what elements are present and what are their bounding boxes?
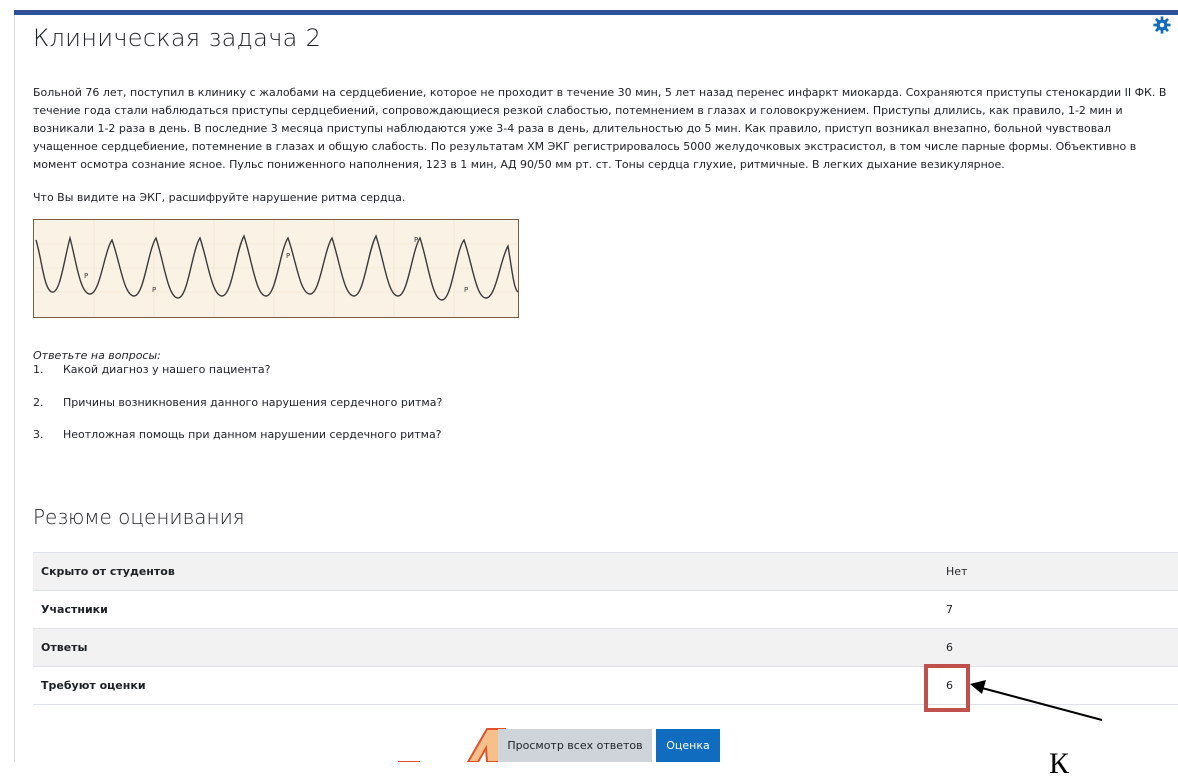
row-value: Нет <box>946 565 968 578</box>
row-label: Участники <box>41 603 108 616</box>
answer-prompt: Ответьте на вопросы: <box>33 349 161 362</box>
question-text: Какой диагноз у нашего пациента? <box>63 363 271 376</box>
orange-arrow-icon <box>398 728 506 762</box>
row-label: Ответы <box>41 641 88 654</box>
table-row: Участники 7 <box>33 591 1178 629</box>
question-text: Причины возникновения данного нарушения … <box>63 396 443 409</box>
page-title: Клиническая задача 2 <box>33 24 322 52</box>
ecg-image: P P P P P <box>33 219 519 318</box>
table-row: Требуют оценки 6 <box>33 667 1178 705</box>
table-row: Ответы 6 <box>33 629 1178 667</box>
grade-button[interactable]: Оценка <box>656 729 720 762</box>
question-text: Неотложная помощь при данном нарушении с… <box>63 428 442 441</box>
ecg-label-p: P <box>152 286 156 294</box>
question-item: 2. Причины возникновения данного нарушени… <box>33 396 442 409</box>
row-value: 7 <box>946 603 953 616</box>
grading-summary-heading: Резюме оценивания <box>33 505 245 529</box>
highlight-box <box>924 664 970 712</box>
annotation-callout-text: К <box>1049 747 1070 780</box>
row-label: Скрыто от студентов <box>41 565 175 578</box>
table-row: Скрыто от студентов Нет <box>33 553 1178 591</box>
ecg-label-p: P <box>84 272 88 280</box>
question-number: 2. <box>33 396 44 409</box>
question-item: 3. Неотложная помощь при данном нарушении… <box>33 428 442 441</box>
view-all-submissions-button[interactable]: Просмотр всех ответов <box>498 729 652 762</box>
gear-icon[interactable] <box>1153 16 1171 34</box>
ecg-label-p: P <box>464 286 468 294</box>
grading-summary-table: Скрыто от студентов Нет Участники 7 Отве… <box>33 552 1178 705</box>
row-label: Требуют оценки <box>41 679 146 692</box>
content-left-border <box>14 15 15 762</box>
ecg-question: Что Вы видите на ЭКГ, расшифруйте наруше… <box>33 191 406 204</box>
page-top-bar <box>14 10 1178 15</box>
question-number: 3. <box>33 428 44 441</box>
question-item: 1. Какой диагноз у нашего пациента? <box>33 363 270 376</box>
row-value: 6 <box>946 641 953 654</box>
question-number: 1. <box>33 363 44 376</box>
ecg-label-p: P <box>414 236 418 244</box>
case-description: Больной 76 лет, поступил в клинику с жал… <box>33 86 1167 171</box>
ecg-label-p: P <box>286 252 290 260</box>
